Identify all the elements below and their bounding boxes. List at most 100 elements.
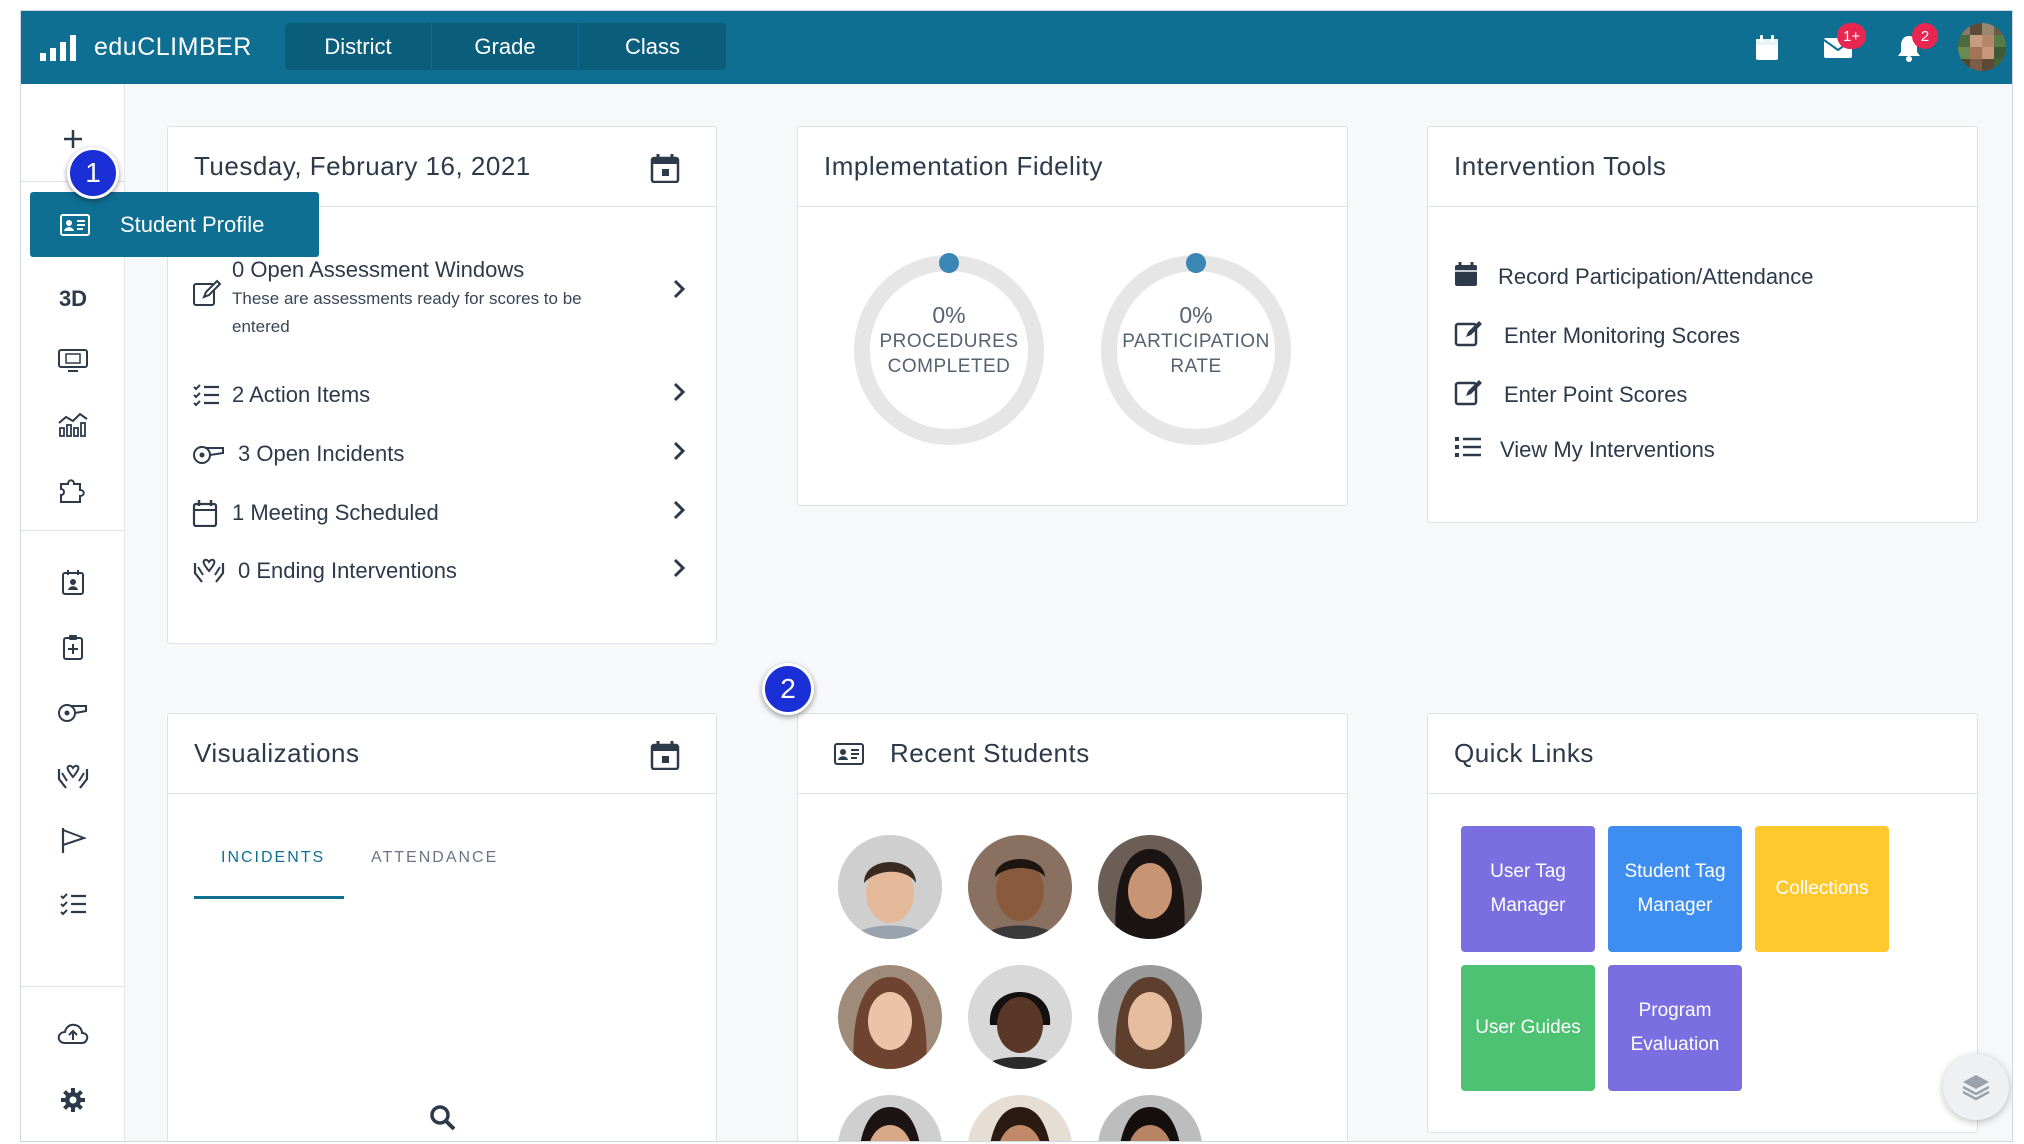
- alert-item-meetings[interactable]: 1 Meeting Scheduled: [192, 499, 692, 527]
- card-title: Visualizations: [194, 738, 360, 768]
- tab-attendance[interactable]: ATTENDANCE: [371, 849, 498, 867]
- edit-icon: [1454, 319, 1504, 353]
- calendar-icon: [650, 154, 680, 184]
- alert-item-ending-interventions[interactable]: 0 Ending Interventions: [192, 557, 692, 585]
- tool-label: Enter Point Scores: [1504, 382, 1688, 407]
- student-avatar[interactable]: [968, 965, 1072, 1069]
- layers-fab-button[interactable]: [1943, 1054, 2009, 1120]
- implementation-fidelity-card: Implementation Fidelity 0% PROCEDURES CO…: [797, 126, 1348, 506]
- sidebar-item-upload[interactable]: [51, 1014, 95, 1054]
- sidebar-3d-label: 3D: [58, 286, 88, 311]
- calendar-icon: [192, 499, 232, 527]
- sidebar-item-settings[interactable]: [51, 1080, 95, 1120]
- cloud-upload-icon: [57, 1023, 89, 1044]
- donut-caption-2: COMPLETED: [887, 356, 1011, 377]
- layers-icon: [1962, 1075, 1990, 1101]
- fidelity-card-header: Implementation Fidelity: [798, 127, 1347, 207]
- tab-grade[interactable]: Grade: [432, 23, 579, 70]
- chevron-right-icon: [672, 500, 686, 526]
- edit-icon: [1454, 378, 1504, 412]
- mail-button[interactable]: 1+: [1821, 23, 1867, 65]
- search-icon[interactable]: [429, 1104, 457, 1137]
- quick-link-label: Manager: [1490, 895, 1566, 916]
- notification-badge: 2: [1912, 23, 1938, 49]
- intervention-tools-card: Intervention Tools Record Participation/…: [1427, 126, 1978, 523]
- card-title: Recent Students: [890, 738, 1090, 768]
- sidebar-item-plans[interactable]: [51, 627, 95, 667]
- alert-item-open-incidents[interactable]: 3 Open Incidents: [192, 441, 692, 467]
- quick-link-label: Collections: [1775, 878, 1869, 899]
- sidebar-item-3d[interactable]: 3D: [51, 279, 95, 319]
- alert-item-assessment-windows[interactable]: 0 Open Assessment Windows These are asse…: [192, 257, 692, 341]
- app-name: eduCLIMBER: [94, 33, 252, 61]
- student-avatar[interactable]: [838, 1095, 942, 1141]
- student-avatar[interactable]: [838, 965, 942, 1069]
- viz-date-picker-button[interactable]: [650, 740, 680, 777]
- student-avatar[interactable]: [968, 835, 1072, 939]
- quick-link-collections[interactable]: Collections: [1755, 826, 1889, 952]
- quick-link-user-tag-manager[interactable]: User Tag Manager: [1461, 826, 1595, 952]
- alert-item-action-items[interactable]: 2 Action Items: [192, 382, 692, 408]
- sidebar-item-analytics[interactable]: [51, 404, 95, 444]
- tab-class[interactable]: Class: [579, 23, 726, 70]
- sidebar-item-assessments[interactable]: [51, 341, 95, 381]
- calendar-icon: [1454, 261, 1498, 293]
- edit-icon: [192, 279, 232, 307]
- quick-link-label: Evaluation: [1630, 1034, 1720, 1055]
- sidebar-item-goals[interactable]: [51, 820, 95, 860]
- viz-card-header: Visualizations: [168, 714, 716, 794]
- app-logo[interactable]: eduCLIMBER: [40, 33, 252, 62]
- app-window: eduCLIMBER District Grade Class 1+ 2 3D …: [20, 10, 2013, 1142]
- current-date: Tuesday, February 16, 2021: [194, 151, 531, 181]
- tool-enter-monitoring-scores[interactable]: Enter Monitoring Scores: [1454, 319, 1740, 353]
- student-avatar[interactable]: [968, 1095, 1072, 1141]
- tab-district[interactable]: District: [285, 23, 432, 70]
- student-avatar[interactable]: [838, 835, 942, 939]
- clipboard-icon: [63, 635, 83, 660]
- sidebar-item-integrations[interactable]: [51, 469, 95, 509]
- quick-link-label: User Tag: [1490, 861, 1566, 882]
- tool-record-participation[interactable]: Record Participation/Attendance: [1454, 261, 1814, 293]
- id-card-icon: [60, 213, 90, 236]
- student-avatar[interactable]: [1098, 835, 1202, 939]
- user-avatar[interactable]: [1958, 23, 2006, 71]
- quick-link-label: Program: [1638, 1000, 1712, 1021]
- card-title: Intervention Tools: [1454, 151, 1667, 181]
- sidebar-item-incidents[interactable]: [51, 692, 95, 732]
- student-profile-flyout[interactable]: Student Profile: [30, 192, 319, 257]
- quick-link-program-evaluation[interactable]: Program Evaluation: [1608, 965, 1742, 1091]
- visualizations-card: Visualizations INCIDENTS ATTENDANCE: [167, 713, 717, 1141]
- student-avatar[interactable]: [1098, 965, 1202, 1069]
- chevron-right-icon: [672, 382, 686, 408]
- chevron-right-icon: [672, 558, 686, 584]
- quick-link-user-guides[interactable]: User Guides: [1461, 965, 1595, 1091]
- calendar-button[interactable]: [1750, 31, 1784, 65]
- sidebar-item-meetings[interactable]: [51, 562, 95, 602]
- gear-icon: [61, 1088, 85, 1112]
- flag-icon: [61, 828, 87, 853]
- sidebar-item-interventions[interactable]: [51, 757, 95, 797]
- active-tab-indicator: [194, 896, 344, 899]
- sidebar-item-tasks[interactable]: [51, 884, 95, 924]
- tool-enter-point-scores[interactable]: Enter Point Scores: [1454, 378, 1687, 412]
- donut-percent: 0%: [1179, 302, 1213, 328]
- id-card-icon: [834, 742, 864, 765]
- quick-link-student-tag-manager[interactable]: Student Tag Manager: [1608, 826, 1742, 952]
- tool-view-my-interventions[interactable]: View My Interventions: [1454, 436, 1715, 464]
- checklist-icon: [60, 893, 86, 916]
- hands-heart-icon: [57, 764, 89, 789]
- monitor-icon: [58, 349, 88, 372]
- calendar-icon: [650, 741, 680, 771]
- notifications-button[interactable]: 2: [1892, 23, 1938, 65]
- card-title: Quick Links: [1454, 738, 1594, 768]
- student-avatar[interactable]: [1098, 1095, 1202, 1141]
- tool-label: Record Participation/Attendance: [1498, 264, 1814, 289]
- donut-caption-2: RATE: [1170, 356, 1222, 377]
- chart-icon: [58, 412, 88, 437]
- chevron-right-icon: [672, 279, 686, 305]
- date-picker-button[interactable]: [650, 153, 680, 190]
- tool-label: Enter Monitoring Scores: [1504, 323, 1740, 348]
- recent-students-card: Recent Students: [797, 713, 1348, 1141]
- quick-links-card: Quick Links User Tag Manager Student Tag M…: [1427, 713, 1978, 1133]
- tab-incidents[interactable]: INCIDENTS: [221, 849, 325, 867]
